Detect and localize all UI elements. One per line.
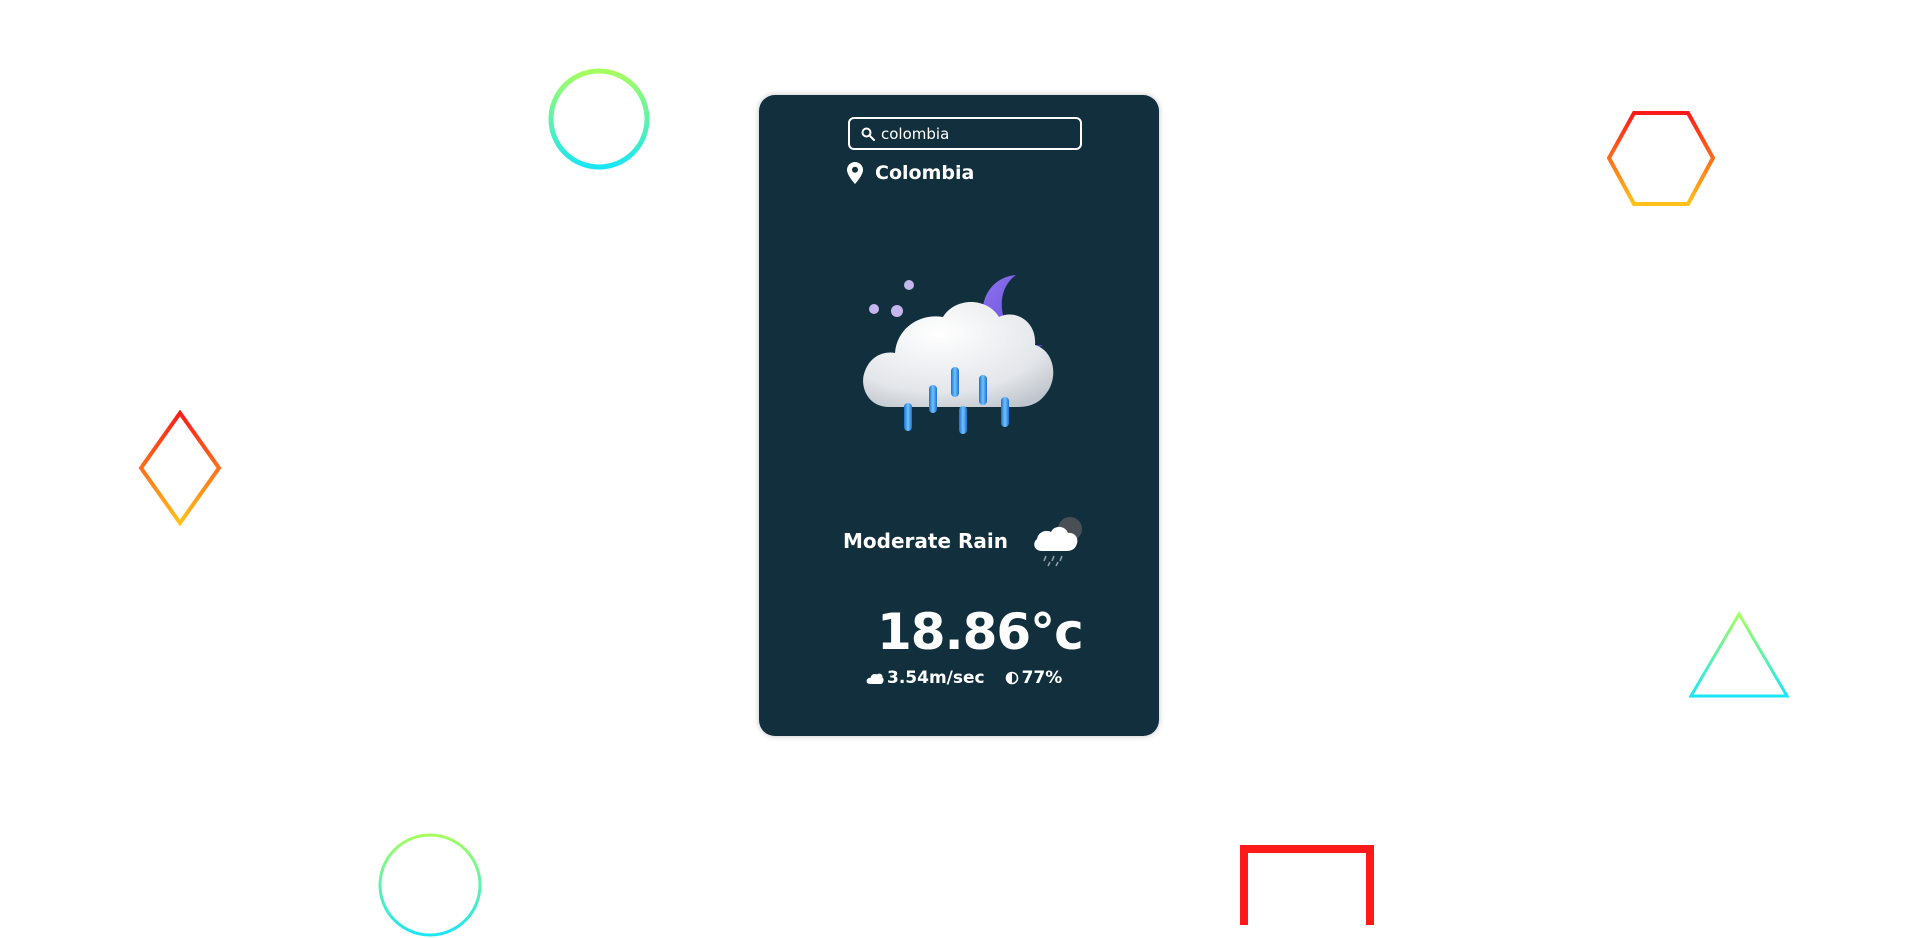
location-pin-icon xyxy=(847,162,863,184)
decorative-hexagon xyxy=(1607,111,1715,206)
wind-stat: 3.54m/sec xyxy=(866,668,985,688)
humidity-value: 77% xyxy=(1021,668,1063,688)
wind-speed: 3.54m/sec xyxy=(887,668,985,688)
decorative-square xyxy=(1240,845,1374,925)
weather-condition: Moderate Rain xyxy=(843,515,1086,567)
search-icon xyxy=(861,127,875,141)
location-display: Colombia xyxy=(847,162,974,184)
search-box[interactable] xyxy=(848,117,1082,150)
cloud-moon-rain-illustration xyxy=(863,275,1054,434)
weather-card: Colombia xyxy=(759,95,1159,736)
location-name: Colombia xyxy=(875,162,975,184)
decorative-circle-bottom xyxy=(378,833,482,937)
weather-stats: 3.54m/sec 77% xyxy=(866,668,1062,688)
temperature-value: 18.86°c xyxy=(877,603,1084,661)
humidity-stat: 77% xyxy=(1005,668,1063,688)
humidity-drop-icon xyxy=(1005,671,1018,685)
cloud-rain-night-icon xyxy=(1034,517,1082,567)
cloud-icon xyxy=(866,673,884,684)
decorative-diamond xyxy=(138,410,222,526)
condition-text: Moderate Rain xyxy=(843,529,1008,553)
decorative-triangle xyxy=(1688,611,1790,698)
search-input[interactable] xyxy=(881,124,1061,143)
decorative-circle-top xyxy=(548,68,650,170)
